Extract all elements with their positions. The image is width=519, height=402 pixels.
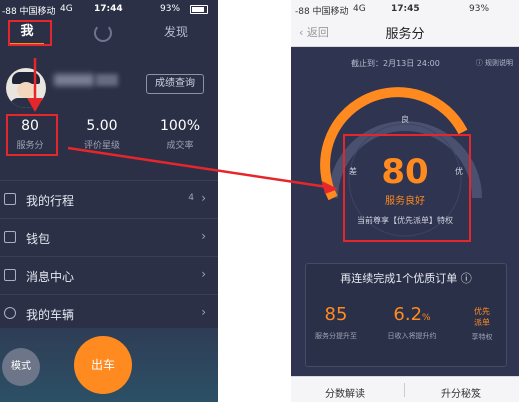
red-connector-arrow <box>67 146 338 194</box>
